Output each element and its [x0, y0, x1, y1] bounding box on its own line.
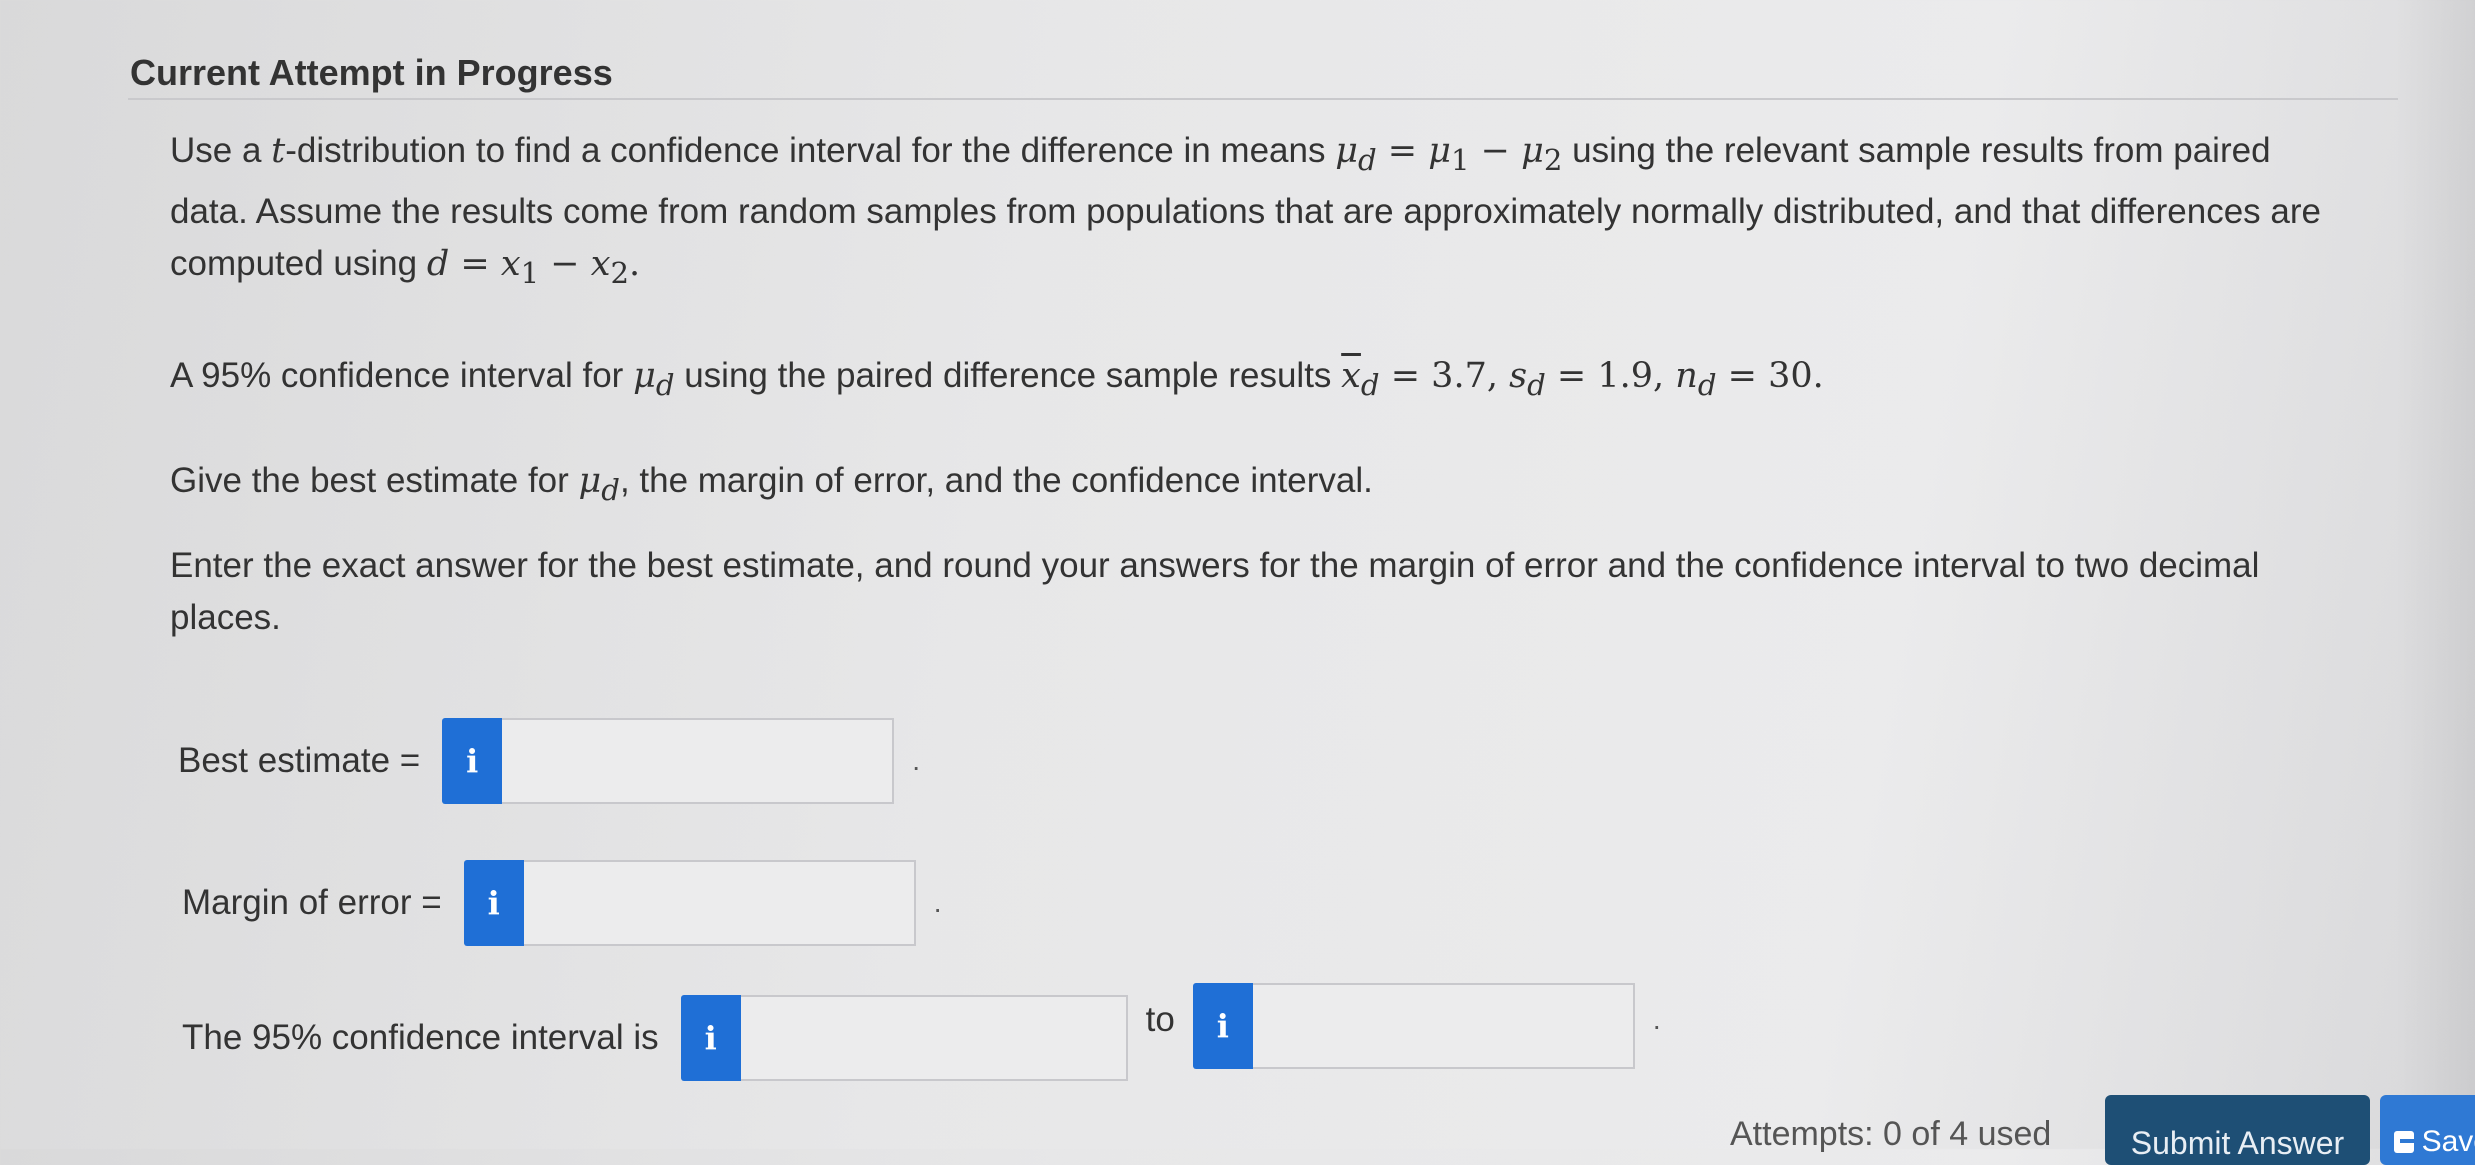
intro-t: t	[271, 131, 286, 171]
confidence-interval-row: The 95% confidence interval is i to i .	[182, 983, 1661, 1081]
ci-lower-input[interactable]	[740, 995, 1128, 1081]
ci-lower-info-icon[interactable]: i	[680, 995, 741, 1081]
question-intro: Use a t-distribution to find a confidenc…	[170, 125, 2340, 299]
title-divider	[128, 98, 2398, 100]
question-sample-results: A 95% confidence interval for μd using t…	[170, 350, 2340, 411]
submit-answer-label: Submit Answer	[2130, 1125, 2345, 1161]
confidence-interval-label: The 95% confidence interval is	[182, 1018, 659, 1057]
page-title: Current Attempt in Progress	[130, 52, 613, 93]
end-dot: .	[933, 887, 942, 918]
attempts-counter: Attempts: 0 of 4 used	[1730, 1115, 2052, 1153]
save-button[interactable]: Save	[2380, 1095, 2475, 1165]
margin-of-error-info-icon[interactable]: i	[463, 860, 524, 946]
end-dot: .	[1652, 1004, 1661, 1035]
symbol-mu-d: μd	[633, 356, 675, 402]
ci-upper-info-icon[interactable]: i	[1192, 983, 1253, 1069]
intro-text-2: -distribution to find a confidence inter…	[285, 131, 1336, 170]
save-icon	[2394, 1131, 2422, 1153]
end-dot: .	[912, 745, 920, 776]
para3-text-1: Give the best estimate for	[170, 461, 579, 500]
question-instruction: Give the best estimate for μd, the margi…	[170, 455, 2340, 516]
best-estimate-input[interactable]	[502, 718, 895, 804]
margin-of-error-row: Margin of error = i .	[182, 860, 941, 946]
margin-of-error-label: Margin of error =	[182, 883, 442, 922]
margin-of-error-input[interactable]	[523, 860, 916, 946]
formula-mu-diff: μd = μ1 − μ2	[1335, 131, 1563, 177]
formula-d-def: d = x1 − x2.	[426, 244, 641, 290]
intro-text-1: Use a	[170, 131, 272, 170]
screen-edge-shadow	[2395, 0, 2475, 1149]
question-rounding-note: Enter the exact answer for the best esti…	[170, 546, 2260, 637]
best-estimate-label: Best estimate =	[178, 741, 421, 780]
best-estimate-info-icon[interactable]: i	[442, 718, 503, 804]
para2-text-1: A 95% confidence interval for	[170, 356, 634, 395]
to-label: to	[1145, 1000, 1175, 1039]
save-label: Save	[2421, 1125, 2475, 1158]
formula-sample-results: xd = 3.7, sd = 1.9, nd = 30.	[1341, 356, 1824, 402]
ci-upper-input[interactable]	[1252, 983, 1635, 1069]
para2-text-2: using the paired difference sample resul…	[674, 356, 1342, 395]
best-estimate-row: Best estimate = i .	[178, 718, 920, 804]
symbol-mu-d-2: μd	[578, 461, 620, 507]
submit-answer-button[interactable]: Submit Answer	[2105, 1095, 2370, 1165]
question-page: Current Attempt in Progress Use a t-dist…	[0, 0, 2475, 1165]
para3-text-2: , the margin of error, and the confidenc…	[619, 461, 1373, 500]
